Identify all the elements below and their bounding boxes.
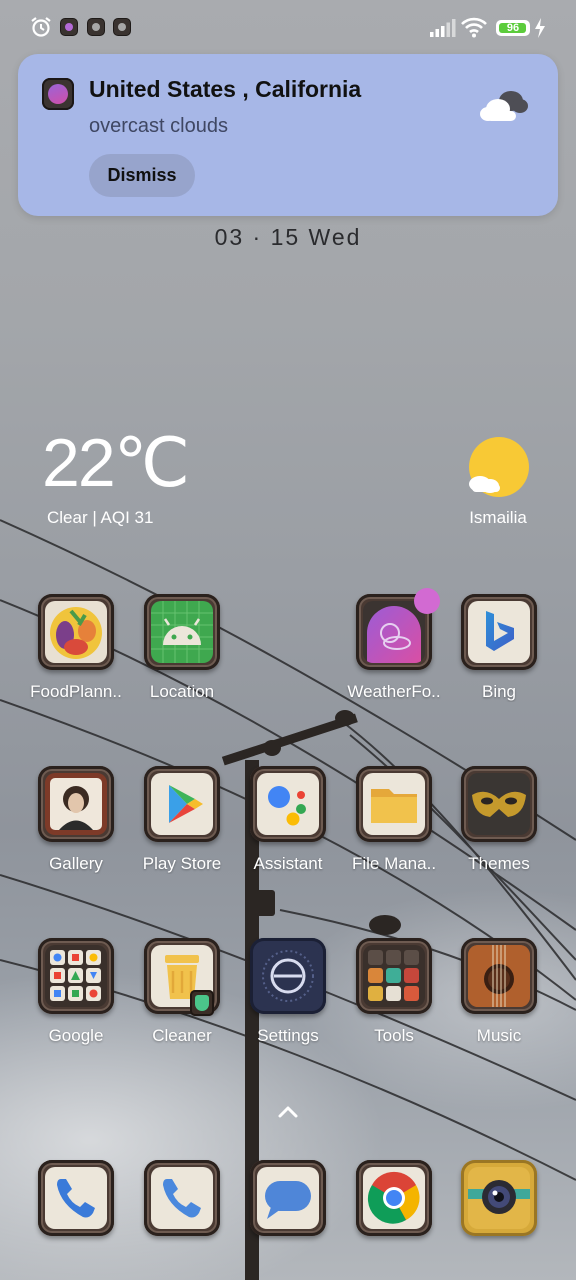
battery-icon: 96 <box>496 20 530 36</box>
app-music[interactable]: Music <box>449 938 549 1058</box>
messages-icon <box>250 1160 326 1236</box>
notification-title: United States , California <box>89 76 362 102</box>
date-label: 03 · 15 Wed <box>214 224 362 250</box>
tools-app-icon <box>87 18 105 36</box>
shield-icon <box>190 990 214 1016</box>
dock-chrome[interactable] <box>344 1160 444 1280</box>
notification-badge <box>414 588 440 614</box>
app-filemanager[interactable]: File Mana.. <box>344 766 444 886</box>
app-gallery[interactable]: Gallery <box>26 766 126 886</box>
weather-city: Ismailia <box>469 508 527 527</box>
folder-icon <box>356 766 432 842</box>
dismiss-button[interactable]: Dismiss <box>89 154 195 197</box>
wifi-icon <box>461 17 487 38</box>
google-folder-icon <box>38 938 114 1014</box>
app-label: Music <box>476 1026 522 1045</box>
dock-phone[interactable] <box>26 1160 126 1280</box>
app-label: Gallery <box>49 854 103 873</box>
app-label: Location <box>149 682 215 701</box>
gallery-icon <box>38 766 114 842</box>
guitar-icon <box>461 938 537 1014</box>
app-cleaner[interactable]: Cleaner <box>132 938 232 1058</box>
status-bar: 96 <box>0 0 576 56</box>
weather-app-icon <box>42 78 74 110</box>
app-label: FoodPlann.. <box>30 682 122 701</box>
alarm-icon <box>31 17 51 37</box>
app-label: Assistant <box>253 854 323 873</box>
dock-camera[interactable] <box>449 1160 549 1280</box>
app-google-folder[interactable]: Google <box>26 938 126 1058</box>
app-themes[interactable]: Themes <box>449 766 549 886</box>
app-label: Tools <box>374 1026 414 1045</box>
weather-notification[interactable]: United States , California overcast clou… <box>18 54 558 216</box>
app-label: Bing <box>481 682 517 701</box>
dock-messages[interactable] <box>238 1160 338 1280</box>
app-label: Play Store <box>142 854 222 873</box>
app-playstore[interactable]: Play Store <box>132 766 232 886</box>
battery-level: 96 <box>506 22 520 34</box>
app-label: Cleaner <box>152 1026 212 1045</box>
app-tools-folder[interactable]: Tools <box>344 938 444 1058</box>
app-label: WeatherFo.. <box>347 682 441 701</box>
camera-icon <box>461 1160 537 1236</box>
app-settings[interactable]: Settings <box>238 938 338 1058</box>
phone-icon <box>144 1160 220 1236</box>
app-label: Themes <box>468 854 530 873</box>
weather-app-icon <box>60 18 78 36</box>
weather-condition: Clear | AQI 31 <box>47 508 154 527</box>
app-location[interactable]: Location <box>132 594 232 714</box>
bing-icon <box>461 594 537 670</box>
food-planner-icon <box>38 594 114 670</box>
phone-icon <box>38 1160 114 1236</box>
notification-body: overcast clouds <box>89 115 228 137</box>
settings-icon <box>250 938 326 1014</box>
app-bing[interactable]: Bing <box>449 594 549 714</box>
dock-dialer[interactable] <box>132 1160 232 1280</box>
app-label: File Mana.. <box>351 854 437 873</box>
mask-icon <box>461 766 537 842</box>
app-label: Settings <box>257 1026 319 1045</box>
app-foodplanner[interactable]: FoodPlann.. <box>26 594 126 714</box>
cloud-icon <box>480 91 528 121</box>
settings-app-icon <box>113 18 131 36</box>
chrome-icon <box>356 1160 432 1236</box>
sun-icon[interactable] <box>466 436 530 500</box>
play-store-icon <box>144 766 220 842</box>
temperature[interactable]: 22℃ <box>42 424 190 503</box>
chevron-up-icon[interactable] <box>276 1104 300 1120</box>
charging-icon <box>535 18 545 38</box>
app-assistant[interactable]: Assistant <box>238 766 338 886</box>
android-icon <box>144 594 220 670</box>
assistant-icon <box>250 766 326 842</box>
signal-icon <box>430 19 456 37</box>
app-label: Google <box>48 1026 104 1045</box>
tools-folder-icon <box>356 938 432 1014</box>
app-weatherforecast[interactable]: WeatherFo.. <box>344 588 444 714</box>
